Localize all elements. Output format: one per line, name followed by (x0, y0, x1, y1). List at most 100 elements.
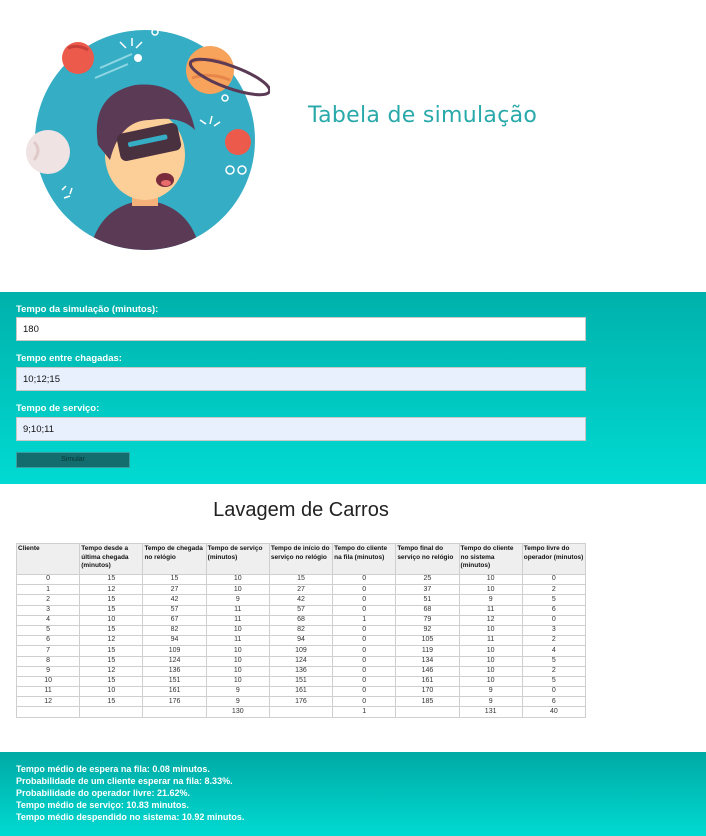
table-cell: 0 (332, 573, 397, 586)
table-cell: 0 (521, 686, 587, 698)
table-cell: 0 (332, 645, 397, 657)
total-cell (79, 706, 144, 718)
table-row: 0 15 15 10 15 0 25 10 0 (15, 573, 587, 586)
table-cell: 25 (395, 573, 460, 586)
table-body: 0 15 15 10 15 0 25 10 0 1 12 27 10 27 0 37 10 2 2 15 42 9 42 0 5… (15, 573, 587, 718)
table-cell: 6 (15, 635, 81, 647)
table-cell: 27 (268, 584, 334, 596)
table-cell: 161 (268, 686, 334, 698)
table-cell: 15 (79, 645, 144, 657)
table-cell: 10 (15, 675, 81, 688)
table-cell: 15 (79, 624, 144, 637)
simulate-button[interactable]: Simular (16, 452, 130, 468)
table-cell: 11 (205, 614, 270, 626)
table-cell: 0 (521, 573, 587, 586)
table-cell: 6 (521, 696, 587, 708)
table-cell: 27 (142, 584, 207, 596)
table-cell: 10 (205, 655, 270, 667)
table-cell: 57 (142, 604, 207, 616)
simulation-form: Tempo da simulação (minutos): Tempo entr… (0, 292, 706, 484)
column-header: Tempo do cliente no sistema (minutos) (458, 543, 523, 575)
table-cell: 161 (142, 686, 207, 698)
table-cell: 124 (142, 655, 207, 667)
table-cell: 68 (395, 604, 460, 616)
table-cell: 9 (458, 696, 523, 708)
table-cell: 2 (521, 665, 587, 677)
table-row: 3 15 57 11 57 0 68 11 6 (15, 604, 587, 616)
table-row: 8 15 124 10 124 0 134 10 5 (15, 655, 587, 667)
vr-illustration-icon (26, 28, 270, 250)
table-cell: 10 (458, 665, 523, 677)
table-cell: 15 (79, 696, 144, 708)
table-row: 7 15 109 10 109 0 119 10 4 (15, 645, 587, 657)
table-cell: 109 (142, 645, 207, 657)
arrival-time-field[interactable] (16, 367, 586, 391)
table-cell: 5 (15, 624, 81, 637)
table-cell: 0 (15, 573, 81, 586)
table-row: 6 12 94 11 94 0 105 11 2 (15, 635, 587, 647)
service-time-field[interactable] (16, 417, 586, 441)
simulation-table: Cliente Tempo desde a última chegada (min… (15, 543, 587, 718)
column-header: Cliente (15, 543, 81, 575)
table-cell: 10 (205, 573, 270, 586)
table-cell: 10 (458, 573, 523, 586)
operator-idle-stat: Probabilidade do operador livre: 21.62%. (16, 788, 191, 798)
table-cell: 15 (79, 573, 144, 586)
table-cell: 0 (332, 686, 397, 698)
table-cell: 170 (395, 686, 460, 698)
table-cell: 0 (332, 675, 397, 688)
table-cell: 3 (15, 604, 81, 616)
total-cell (142, 706, 207, 718)
column-header: Tempo do cliente na fila (minutos) (332, 543, 397, 575)
table-cell: 11 (15, 686, 81, 698)
table-cell: 2 (521, 635, 587, 647)
table-cell: 5 (521, 675, 587, 688)
table-cell: 124 (268, 655, 334, 667)
table-cell: 57 (268, 604, 334, 616)
table-cell: 9 (205, 686, 270, 698)
table-cell: 12 (79, 635, 144, 647)
table-row: 4 10 67 11 68 1 79 12 0 (15, 614, 587, 626)
table-cell: 51 (395, 594, 460, 606)
table-cell: 92 (395, 624, 460, 637)
avg-service-time-stat: Tempo médio de serviço: 10.83 minutos. (16, 800, 189, 810)
table-cell: 94 (142, 635, 207, 647)
table-cell: 0 (332, 624, 397, 637)
avg-system-time-stat: Tempo médio despendido no sistema: 10.92… (16, 812, 245, 822)
table-cell: 9 (205, 696, 270, 708)
table-cell: 15 (79, 655, 144, 667)
total-cell: 40 (521, 706, 587, 718)
table-cell: 82 (142, 624, 207, 637)
table-cell: 146 (395, 665, 460, 677)
table-row: 10 15 151 10 151 0 161 10 5 (15, 675, 587, 688)
avg-queue-wait-stat: Tempo médio de espera na fila: 0.08 minu… (16, 764, 210, 774)
table-cell: 11 (458, 635, 523, 647)
table-cell: 5 (521, 594, 587, 606)
sim-time-field[interactable] (16, 317, 586, 341)
wait-probability-stat: Probabilidade de um cliente esperar na f… (16, 776, 233, 786)
table-cell: 79 (395, 614, 460, 626)
total-cell (268, 706, 334, 718)
table-cell: 6 (521, 604, 587, 616)
column-header: Tempo livre do operador (minutos) (521, 543, 587, 575)
table-cell: 151 (268, 675, 334, 688)
total-cell (395, 706, 460, 718)
table-cell: 15 (79, 604, 144, 616)
table-cell: 8 (15, 655, 81, 667)
table-cell: 10 (79, 614, 144, 626)
table-cell: 10 (458, 624, 523, 637)
table-cell: 9 (458, 686, 523, 698)
total-cell: 1 (332, 706, 397, 718)
table-cell: 10 (458, 645, 523, 657)
table-cell: 4 (521, 645, 587, 657)
table-cell: 10 (205, 624, 270, 637)
table-cell: 94 (268, 635, 334, 647)
table-cell: 12 (79, 584, 144, 596)
table-cell: 134 (395, 655, 460, 667)
table-cell: 0 (332, 635, 397, 647)
table-cell: 2 (521, 584, 587, 596)
table-cell: 136 (142, 665, 207, 677)
table-cell: 12 (79, 665, 144, 677)
table-cell: 42 (142, 594, 207, 606)
table-cell: 0 (332, 696, 397, 708)
